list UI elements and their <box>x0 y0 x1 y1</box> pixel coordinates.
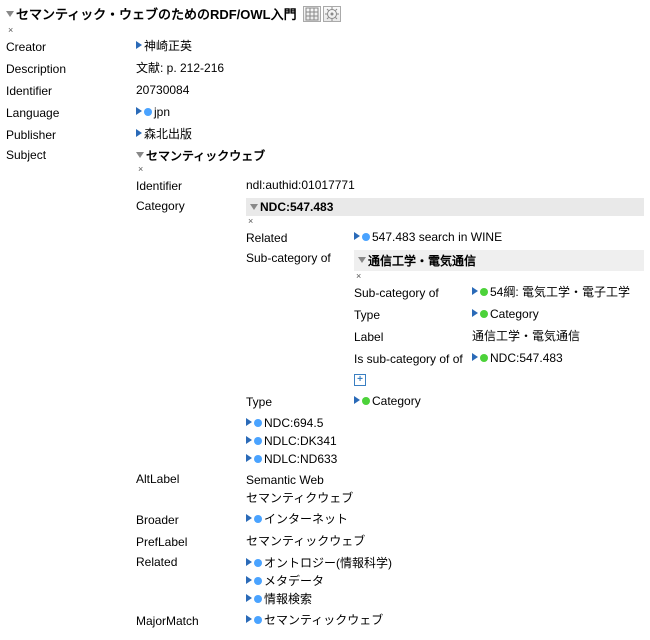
issubof-label: Is sub-category of of <box>354 349 472 368</box>
subof-label: Sub-category of <box>354 283 472 302</box>
close-icon[interactable]: × <box>248 216 644 226</box>
related-item[interactable]: オントロジー(情報科学) <box>264 556 392 570</box>
resource-icon <box>362 233 370 241</box>
resource-icon <box>254 559 262 567</box>
related-value[interactable]: 547.483 search in WINE <box>372 230 502 244</box>
expand-toggle[interactable] <box>246 454 252 462</box>
category-extra[interactable]: NDLC:DK341 <box>264 434 337 448</box>
expand-toggle[interactable] <box>136 41 142 49</box>
publisher-label: Publisher <box>6 125 136 144</box>
expand-toggle[interactable] <box>354 232 360 240</box>
page-title: セマンティック・ウェブのためのRDF/OWL入門 <box>16 4 297 23</box>
majormatch-value[interactable]: セマンティックウェブ <box>264 613 383 627</box>
category-head[interactable]: NDC:547.483 <box>260 200 333 214</box>
expand-toggle-title[interactable] <box>6 11 14 17</box>
resource-icon <box>254 577 262 585</box>
expand-toggle[interactable] <box>136 107 142 115</box>
language-label: Language <box>6 103 136 122</box>
category-icon <box>480 288 488 296</box>
broader-value[interactable]: インターネット <box>264 512 348 526</box>
gear-icon <box>325 7 339 21</box>
creator-label: Creator <box>6 37 136 56</box>
category-icon <box>362 397 370 405</box>
related-label: Related <box>246 228 354 247</box>
resource-icon <box>254 419 262 427</box>
creator-value[interactable]: 神崎正英 <box>144 39 192 53</box>
expand-toggle[interactable] <box>246 418 252 426</box>
expand-toggle[interactable] <box>136 129 142 137</box>
expand-toggle[interactable] <box>246 594 252 602</box>
subject-identifier-value: ndl:authid:01017771 <box>246 176 644 194</box>
add-button[interactable]: + <box>354 374 366 386</box>
description-value: 文献: p. 212-216 <box>136 59 644 77</box>
expand-toggle[interactable] <box>136 152 144 158</box>
grid-icon <box>305 7 319 21</box>
category-extra[interactable]: NDC:694.5 <box>264 416 323 430</box>
category-icon <box>480 310 488 318</box>
resource-icon <box>254 455 262 463</box>
identifier-label: Identifier <box>6 81 136 100</box>
resource-icon <box>254 515 262 523</box>
subject-label: Subject <box>6 147 136 162</box>
resource-icon <box>254 616 262 624</box>
subcat-head[interactable]: 通信工学・電気通信 <box>368 254 476 268</box>
expand-toggle[interactable] <box>472 309 478 317</box>
related-label: Related <box>136 554 246 569</box>
type-label: Type <box>354 305 472 324</box>
innerlabel-value: 通信工学・電気通信 <box>472 327 644 345</box>
expand-toggle[interactable] <box>472 287 478 295</box>
publisher-value[interactable]: 森北出版 <box>144 127 192 141</box>
resource-icon <box>254 595 262 603</box>
close-icon[interactable]: × <box>8 25 644 35</box>
category-icon <box>480 354 488 362</box>
altlabel-value: Semantic Web <box>246 471 644 489</box>
altlabel-label: AltLabel <box>136 471 246 486</box>
majormatch-label: MajorMatch <box>136 611 246 630</box>
expand-toggle[interactable] <box>472 353 478 361</box>
expand-toggle[interactable] <box>246 576 252 584</box>
close-icon[interactable]: × <box>356 271 644 281</box>
altlabel-value: セマンティクウェブ <box>246 489 644 507</box>
subcat-label: Sub-category of <box>246 250 354 265</box>
expand-toggle[interactable] <box>354 396 360 404</box>
subject-head[interactable]: セマンティックウェブ <box>146 149 265 163</box>
resource-icon <box>144 108 152 116</box>
preflabel-value: セマンティックウェブ <box>246 532 644 550</box>
cat-type-label: Type <box>246 392 354 411</box>
broader-label: Broader <box>136 510 246 529</box>
type-value[interactable]: Category <box>490 307 539 321</box>
innerlabel-label: Label <box>354 327 472 346</box>
language-value[interactable]: jpn <box>154 105 170 119</box>
category-label: Category <box>136 198 246 213</box>
preflabel-label: PrefLabel <box>136 532 246 551</box>
subject-identifier-label: Identifier <box>136 176 246 195</box>
close-icon[interactable]: × <box>138 164 644 174</box>
expand-toggle[interactable] <box>246 558 252 566</box>
subof-value[interactable]: 54綱: 電気工学・電子工学 <box>490 285 630 299</box>
expand-toggle[interactable] <box>246 615 252 623</box>
resource-icon <box>254 437 262 445</box>
expand-toggle[interactable] <box>250 204 258 210</box>
settings-button[interactable] <box>323 6 341 22</box>
grid-view-button[interactable] <box>303 6 321 22</box>
description-label: Description <box>6 59 136 78</box>
issubof-value[interactable]: NDC:547.483 <box>490 351 563 365</box>
expand-toggle[interactable] <box>246 514 252 522</box>
expand-toggle[interactable] <box>358 257 366 263</box>
category-extra[interactable]: NDLC:ND633 <box>264 452 337 466</box>
identifier-value: 20730084 <box>136 81 644 99</box>
cat-type-value[interactable]: Category <box>372 394 421 408</box>
related-item[interactable]: メタデータ <box>264 574 324 588</box>
expand-toggle[interactable] <box>246 436 252 444</box>
